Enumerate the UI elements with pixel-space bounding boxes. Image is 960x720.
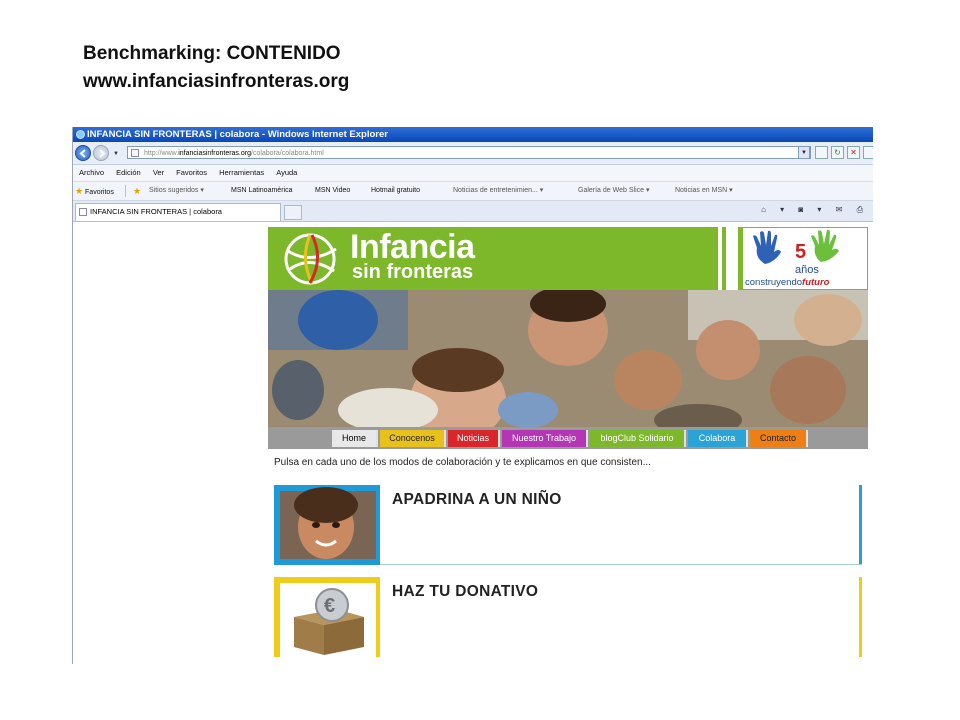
browser-screenshot: INFANCIA SIN FRONTERAS | colabora - Wind… — [72, 127, 873, 664]
anniversary-badge: 5 años construyendofuturo — [742, 227, 868, 290]
card-accent-bar — [859, 577, 862, 657]
slogan-part-b: futuro — [802, 277, 830, 288]
slogan-part-a: construyendo — [745, 277, 803, 288]
forward-arrow-icon — [99, 149, 106, 158]
nav-home[interactable]: Home — [332, 430, 378, 447]
card-title: HAZ TU DONATIVO — [392, 583, 539, 600]
slide-title-line1: Benchmarking: CONTENIDO — [83, 43, 341, 64]
tab-row: INFANCIA SIN FRONTERAS | colabora ⌂ ▾ ◙ … — [73, 201, 873, 222]
back-arrow-icon — [79, 149, 86, 158]
menu-archivo[interactable]: Archivo — [79, 168, 104, 177]
compatibility-icon[interactable] — [815, 146, 828, 159]
anniversary-slogan: construyendofuturo — [745, 277, 829, 288]
address-path: /colabora/colabora.html — [251, 150, 324, 157]
address-bar[interactable]: http://www.infanciasinfronteras.org/cola… — [127, 146, 811, 159]
menu-ayuda[interactable]: Ayuda — [276, 168, 297, 177]
menu-ver[interactable]: Ver — [153, 168, 164, 177]
ie-logo-icon — [76, 130, 85, 139]
history-dropdown-icon[interactable]: ▼ — [113, 151, 119, 157]
site-nav: Home Conocenos Noticias Nuestro Trabajo … — [268, 427, 868, 449]
card-divider — [380, 564, 862, 565]
menu-bar: Archivo Edición Ver Favoritos Herramient… — [73, 165, 873, 182]
new-tab-button[interactable] — [284, 205, 302, 220]
page-icon — [79, 208, 87, 216]
card-donativo[interactable]: € HAZ TU DONATIVO — [274, 577, 862, 657]
favorites-button[interactable]: ★ Favoritos — [75, 182, 114, 202]
nav-conocenos[interactable]: Conocenos — [380, 430, 446, 447]
page-icon — [131, 149, 139, 157]
refresh-icon[interactable]: ↻ — [831, 146, 844, 159]
address-row: ▼ http://www.infanciasinfronteras.org/co… — [73, 142, 873, 165]
children-photo-illustration — [268, 290, 868, 427]
fav-noticias-entretenimiento[interactable]: Noticias de entretenimien... ▾ — [453, 182, 543, 200]
stop-icon[interactable]: ✕ — [847, 146, 860, 159]
card-accent-bar — [859, 485, 862, 565]
logo-subtext: sin fronteras — [352, 261, 474, 283]
nav-noticias[interactable]: Noticias — [448, 430, 500, 447]
search-icon[interactable] — [863, 146, 873, 159]
favorites-label: Favoritos — [85, 189, 114, 196]
fav-galeria-web-slice[interactable]: Galería de Web Slice ▾ — [578, 182, 649, 200]
menu-herramientas[interactable]: Herramientas — [219, 168, 264, 177]
svg-text:€: € — [324, 595, 335, 617]
children-photo — [268, 290, 868, 427]
intro-text: Pulsa en cada uno de los modos de colabo… — [274, 457, 651, 468]
tab-title: INFANCIA SIN FRONTERAS | colabora — [90, 207, 222, 216]
child-portrait-thumbnail — [274, 485, 380, 565]
nav-contacto[interactable]: Contacto — [750, 430, 808, 447]
window-titlebar: INFANCIA SIN FRONTERAS | colabora - Wind… — [73, 127, 873, 142]
globe-logo-icon — [284, 233, 337, 285]
site-header: Infancia sin fronteras 5 años construyen… — [268, 223, 868, 290]
window-title: INFANCIA SIN FRONTERAS | colabora - Wind… — [87, 129, 388, 140]
fav-msn-latinoamerica[interactable]: MSN Latinoamérica — [231, 182, 292, 200]
tab-colabora[interactable]: INFANCIA SIN FRONTERAS | colabora — [75, 203, 281, 221]
nav-nuestro-trabajo[interactable]: Nuestro Trabajo — [502, 430, 588, 447]
anniversary-years: años — [795, 264, 819, 276]
address-prefix: http://www. — [144, 150, 179, 157]
website: Infancia sin fronteras 5 años construyen… — [268, 223, 868, 664]
card-apadrina[interactable]: APADRINA A UN NIÑO — [274, 485, 862, 565]
fav-noticias-msn[interactable]: Noticias en MSN ▾ — [675, 182, 733, 200]
fav-hotmail[interactable]: Hotmail gratuito — [371, 182, 420, 200]
nav-blog-club-solidario[interactable]: blogClub Solidario — [590, 430, 686, 447]
banner-stripe — [722, 227, 726, 290]
hands-icon: 5 — [753, 229, 839, 264]
address-domain: infanciasinfronteras.org — [178, 150, 251, 157]
svg-text:5: 5 — [795, 241, 806, 263]
page-viewport: Infancia sin fronteras 5 años construyen… — [73, 223, 873, 664]
star-icon: ★ — [75, 186, 84, 196]
donation-box-thumbnail: € — [274, 577, 380, 657]
card-title: APADRINA A UN NIÑO — [392, 491, 562, 508]
command-bar-icons[interactable]: ⌂ ▾ ◙ ▾ ✉ ⎙ — [761, 205, 869, 215]
back-button[interactable] — [75, 145, 91, 161]
address-dropdown-icon[interactable]: ▼ — [798, 146, 810, 159]
fav-msn-video[interactable]: MSN Video — [315, 182, 350, 200]
slide-title-line2: www.infanciasinfronteras.org — [83, 71, 350, 92]
fav-sitios-sugeridos[interactable]: Sitios sugeridos ▾ — [149, 182, 204, 200]
menu-favoritos[interactable]: Favoritos — [176, 168, 207, 177]
favbar-divider — [125, 185, 126, 197]
add-favorite-icon[interactable]: ★ — [133, 182, 141, 202]
menu-edicion[interactable]: Edición — [116, 168, 141, 177]
slide-title: Benchmarking: CONTENIDO www.infanciasinf… — [83, 40, 349, 96]
forward-button[interactable] — [93, 145, 109, 161]
nav-colabora[interactable]: Colabora — [688, 430, 748, 447]
favorites-bar: ★ Favoritos ★ Sitios sugeridos ▾ MSN Lat… — [73, 182, 873, 201]
